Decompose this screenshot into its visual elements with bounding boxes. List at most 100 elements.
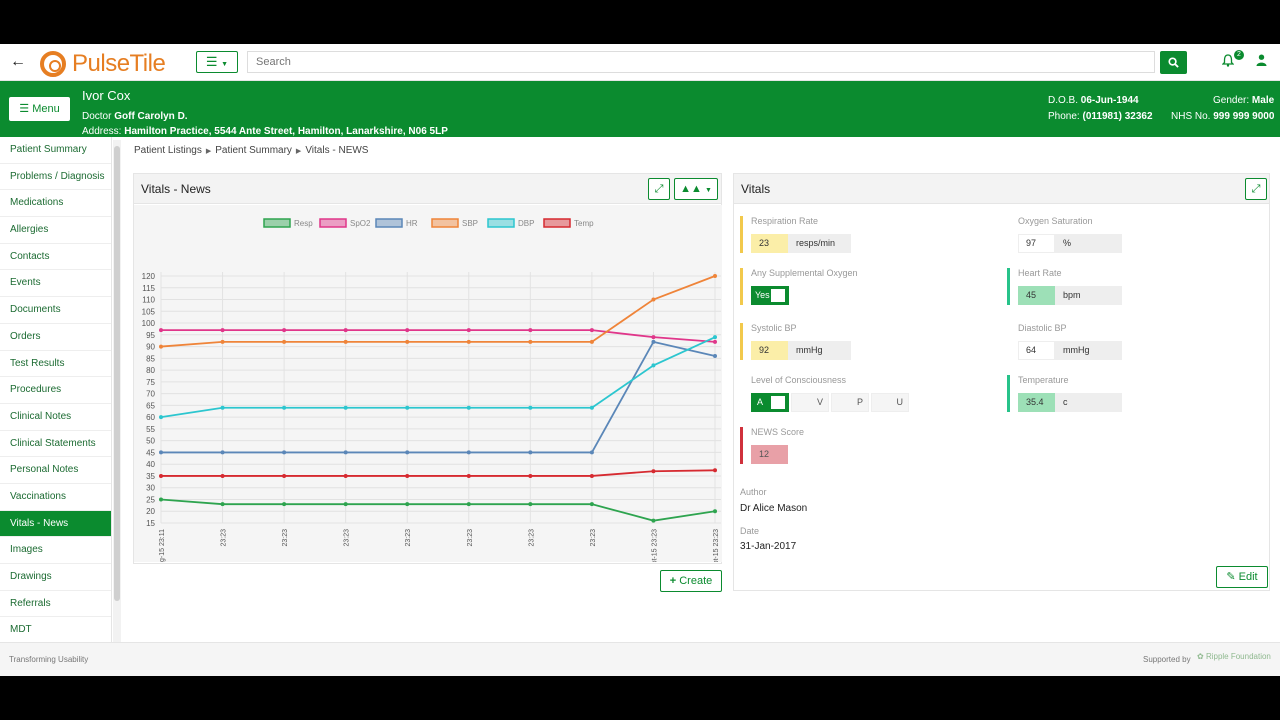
- date-value: 31-Jan-2017: [740, 541, 797, 552]
- chart-type-dropdown[interactable]: ▲▲ ▼: [674, 178, 718, 200]
- sidebar-item[interactable]: Procedures: [0, 377, 111, 404]
- series-line-temp: [161, 469, 716, 477]
- sidebar-item[interactable]: Problems / Diagnosis: [0, 164, 111, 191]
- data-point: [713, 509, 717, 514]
- sidebar-item[interactable]: Personal Notes: [0, 457, 111, 484]
- sidebar-item[interactable]: Orders: [0, 324, 111, 351]
- sidebar-item[interactable]: Vitals - News: [0, 510, 111, 538]
- footer-tagline: Transforming Usability: [9, 655, 89, 664]
- gender-label: Gender:: [1213, 95, 1250, 106]
- sidebar-item[interactable]: Medications: [0, 190, 111, 218]
- series-line-resp: [160, 498, 716, 522]
- option-p-label: P: [856, 397, 863, 407]
- breadcrumb-patient-summary[interactable]: Patient Summary: [215, 145, 292, 156]
- data-point: [651, 339, 656, 344]
- heart-rate-unit: bpm: [1055, 286, 1122, 305]
- legend-label: DBP: [518, 219, 534, 228]
- y-tick-label: 115: [142, 284, 155, 293]
- oxygen-saturation-unit: %: [1055, 234, 1122, 253]
- breadcrumb-patient-listings[interactable]: Patient Listings: [134, 145, 202, 156]
- sidebar-item[interactable]: Test Results: [0, 351, 111, 378]
- legend-label: SpO2: [350, 219, 371, 228]
- create-label: Create: [679, 575, 713, 587]
- edit-button[interactable]: ✎ Edit: [1216, 566, 1268, 588]
- menu-button[interactable]: ☰ Menu: [9, 97, 70, 121]
- data-point: [589, 328, 594, 333]
- expand-button[interactable]: ⤢: [1245, 178, 1267, 200]
- y-tick-label: 75: [146, 378, 155, 387]
- vitals-chart-panel: Vitals - News ⤢ ▲▲ ▼ Resp SpO2 HR SBP DBP Tem…: [133, 173, 722, 583]
- consciousness-option-u[interactable]: U: [871, 393, 909, 412]
- oxygen-saturation-value: 97: [1018, 234, 1055, 253]
- back-arrow-icon[interactable]: ←: [10, 53, 26, 71]
- pulsetile-logo[interactable]: PulseTile: [40, 50, 166, 78]
- sidebar-item[interactable]: Vaccinations: [0, 484, 111, 511]
- data-point: [343, 450, 348, 455]
- sidebar-item[interactable]: Images: [0, 537, 111, 564]
- y-tick-label: 50: [146, 437, 155, 446]
- data-point: [159, 415, 163, 420]
- search-button[interactable]: [1160, 51, 1187, 74]
- systolic-bp-unit: mmHg: [788, 341, 851, 360]
- respiration-rate-field: Respiration Rate 23 resps/min: [740, 216, 851, 253]
- data-point: [220, 339, 225, 344]
- x-tick-label: 23:23: [344, 529, 351, 547]
- expand-icon: ⤢: [1251, 183, 1261, 195]
- ripple-foundation-logo[interactable]: ✿ Ripple Foundation: [1197, 652, 1271, 661]
- y-tick-label: 35: [146, 472, 155, 481]
- data-point: [343, 339, 348, 344]
- data-point: [282, 405, 287, 410]
- phone-label: Phone:: [1048, 111, 1080, 122]
- doctor-name: Goff Carolyn D.: [114, 111, 188, 122]
- supplemental-oxygen-value: Yes: [755, 290, 770, 300]
- vitals-panel-title: Vitals: [741, 182, 771, 196]
- supplemental-oxygen-toggle[interactable]: Yes: [751, 286, 789, 305]
- address-value: Hamilton Practice, 5544 Ante Street, Ham…: [124, 126, 448, 137]
- data-point: [713, 335, 717, 340]
- doctor-line: Doctor Goff Carolyn D.: [82, 111, 188, 122]
- caret-down-icon: ▼: [704, 187, 712, 194]
- sidebar-item[interactable]: Patient Summary: [0, 137, 111, 164]
- menu-dropdown-button[interactable]: ☰ ▼: [196, 51, 238, 73]
- y-tick-label: 90: [146, 343, 155, 352]
- diastolic-bp-value: 64: [1018, 341, 1055, 360]
- app-screen: ← PulseTile ☰ ▼ 2 ☰ Menu Ivor Cox Doctor…: [0, 44, 1280, 676]
- x-tick-label: 23:23: [221, 529, 228, 547]
- sidebar-item[interactable]: Allergies: [0, 217, 111, 244]
- data-point: [466, 328, 471, 333]
- consciousness-option-p[interactable]: P: [831, 393, 869, 412]
- sidebar-item[interactable]: Events: [0, 270, 111, 298]
- consciousness-label: Level of Consciousness: [751, 375, 847, 385]
- y-tick-label: 85: [146, 354, 155, 363]
- sidebar-item[interactable]: Contacts: [0, 244, 111, 271]
- data-point: [405, 405, 410, 410]
- sidebar-item[interactable]: Clinical Notes: [0, 404, 111, 431]
- data-point: [651, 469, 656, 474]
- data-point: [282, 502, 287, 507]
- scrollbar-thumb[interactable]: [114, 146, 120, 601]
- x-tick-label: 03-Sept-15 23:23: [713, 529, 720, 562]
- consciousness-option-v[interactable]: V: [791, 393, 829, 412]
- sidebar-item[interactable]: Clinical Statements: [0, 431, 111, 458]
- sidebar-item[interactable]: Documents: [0, 297, 111, 324]
- consciousness-option-a[interactable]: A: [751, 393, 789, 412]
- plus-icon: +: [669, 575, 677, 587]
- legend-label: Resp: [294, 219, 313, 228]
- bell-icon[interactable]: [1221, 54, 1235, 70]
- expand-button[interactable]: ⤢: [648, 178, 670, 200]
- data-point: [713, 353, 717, 358]
- sidebar-scrollbar[interactable]: [113, 140, 121, 644]
- user-icon[interactable]: [1256, 54, 1267, 69]
- patient-banner: ☰ Menu Ivor Cox Doctor Goff Carolyn D. A…: [0, 81, 1280, 137]
- consciousness-field: Level of Consciousness A V P U: [740, 375, 909, 412]
- legend-swatch: [375, 218, 403, 228]
- hamburger-icon: ☰: [205, 54, 218, 69]
- author-label: Author: [740, 487, 767, 497]
- sidebar-item[interactable]: Drawings: [0, 564, 111, 591]
- search-input[interactable]: [247, 51, 1155, 73]
- sidebar-item[interactable]: Referrals: [0, 591, 111, 618]
- create-button[interactable]: + Create: [660, 570, 722, 592]
- sidebar-item[interactable]: MDT: [0, 617, 111, 645]
- x-tick-label: 23:23: [282, 529, 289, 547]
- data-point: [466, 502, 471, 507]
